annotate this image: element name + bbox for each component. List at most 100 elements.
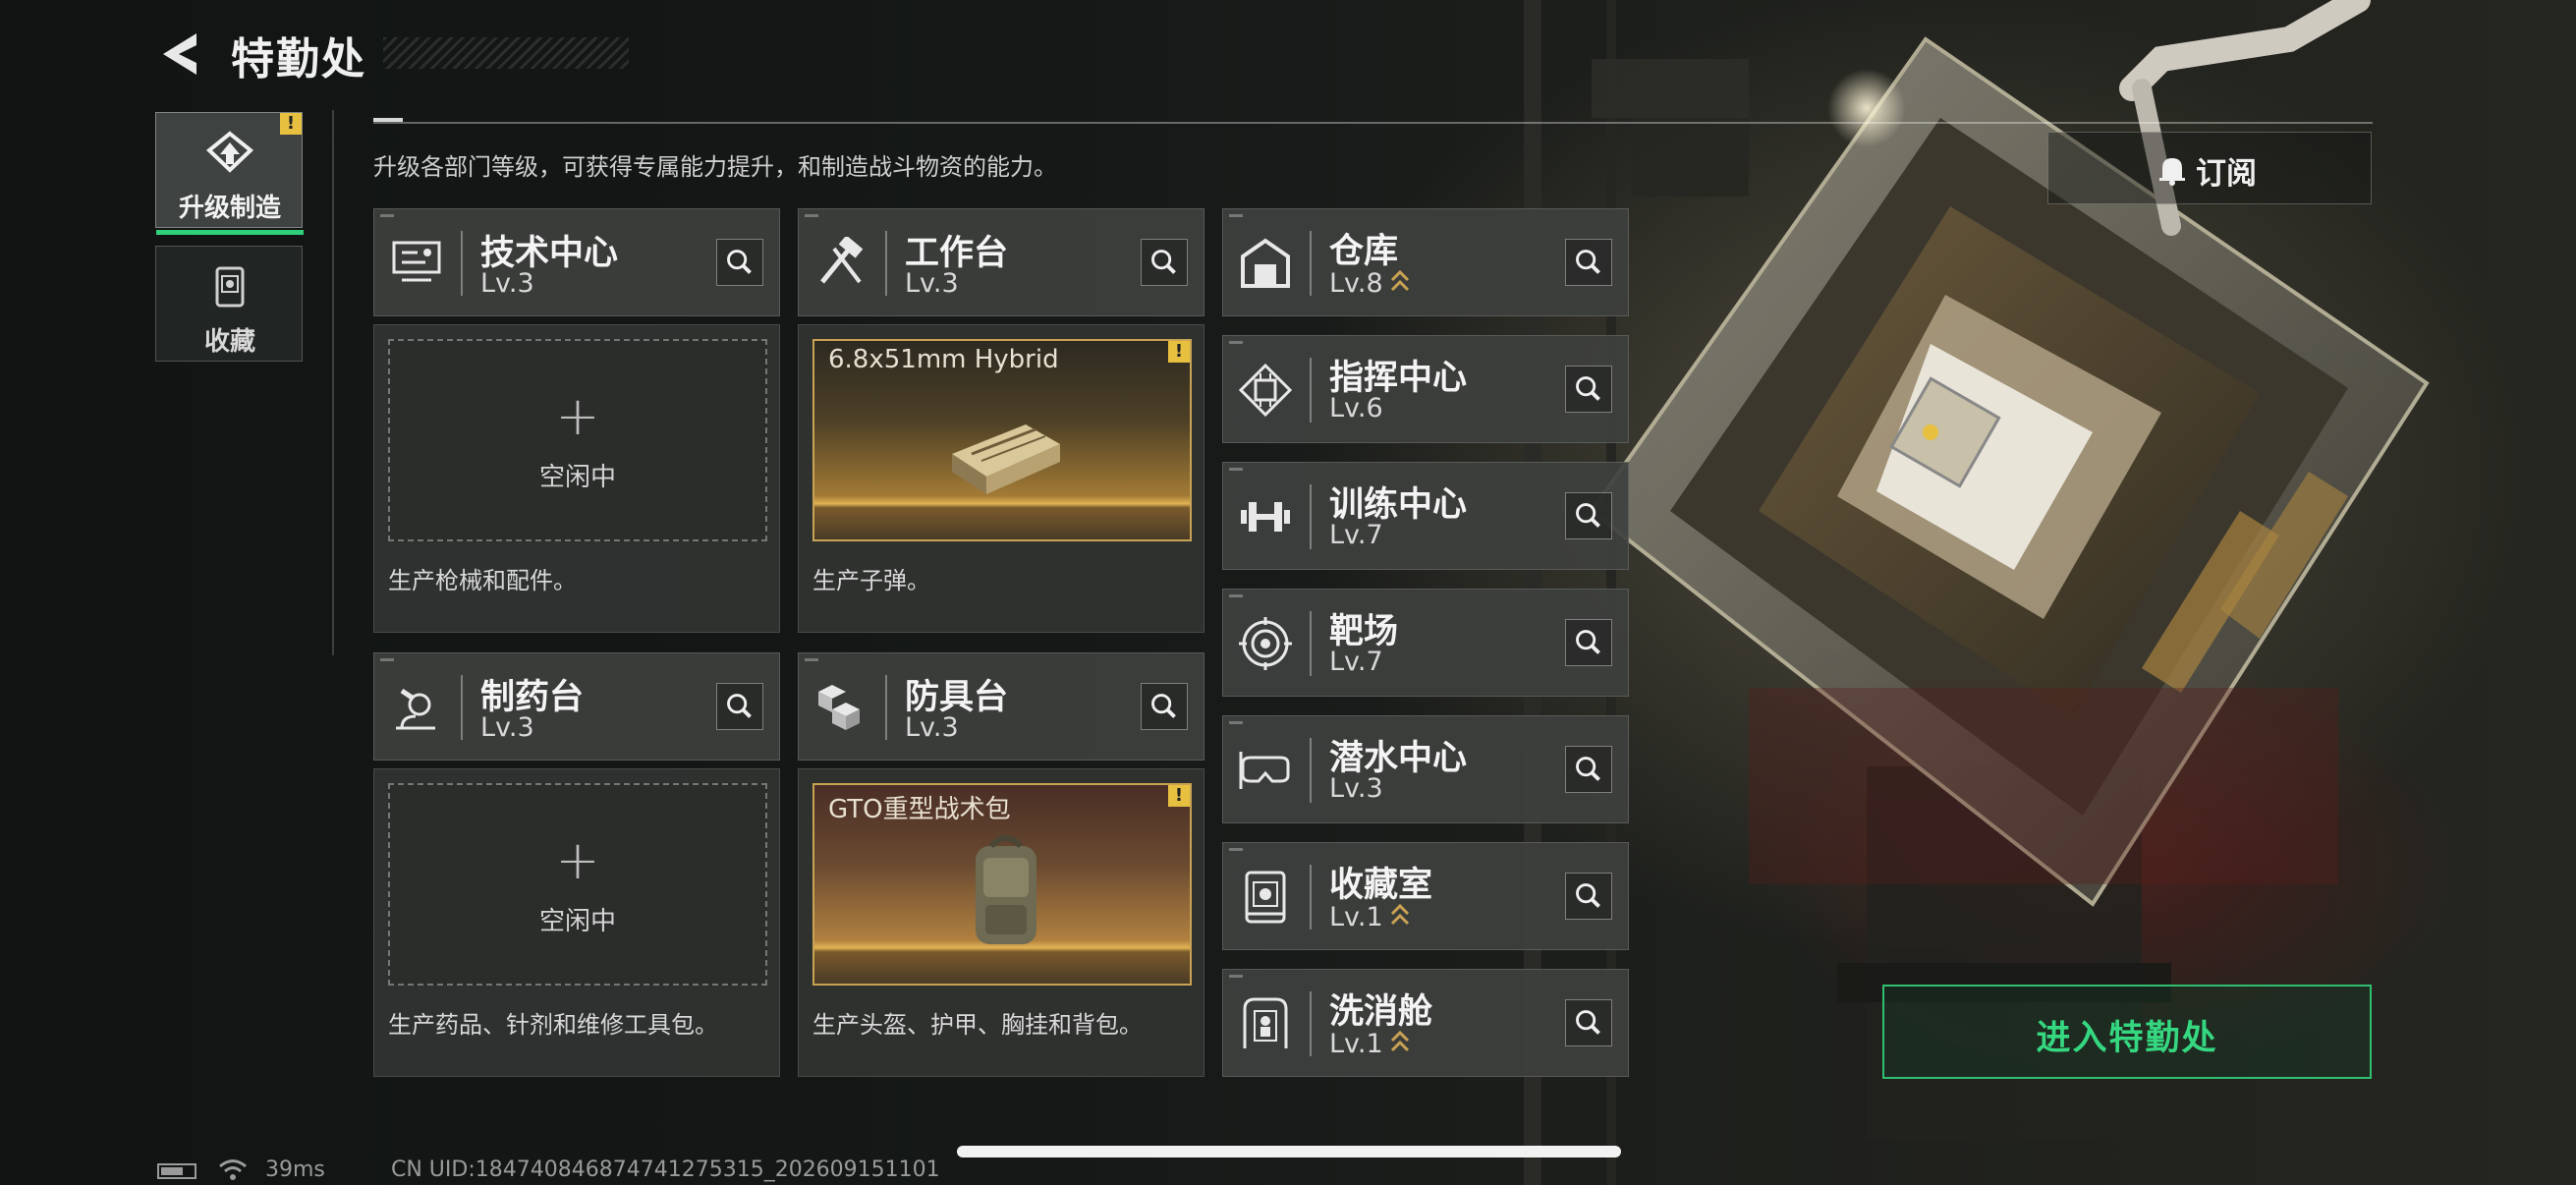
diving-center-icon: [1239, 752, 1290, 789]
dept-level: Lv.8: [1329, 268, 1383, 299]
tab-collection[interactable]: 收藏: [155, 246, 303, 362]
dept-level: Lv.1: [1329, 1029, 1383, 1059]
dept-level: Lv.6: [1329, 393, 1383, 423]
workbench-icon: [820, 237, 864, 284]
card-separator: [1310, 358, 1312, 423]
collection-icon: [215, 266, 245, 308]
dept-level: Lv.3: [905, 268, 959, 299]
dept-level: Lv.7: [1329, 647, 1383, 677]
add-icon: +: [555, 829, 600, 891]
card-separator: [885, 231, 887, 296]
dept-level: Lv.3: [480, 268, 534, 299]
page-subtitle: 升级各部门等级，可获得专属能力提升，和制造战斗物资的能力。: [373, 153, 1057, 181]
alert-badge: !: [280, 113, 302, 135]
ping-readout: 39ms: [265, 1157, 325, 1182]
production-slot-item[interactable]: 6.8x51mm Hybrid !: [812, 339, 1192, 541]
search-icon[interactable]: [1565, 492, 1612, 539]
decon-chamber-card[interactable]: 洗消舱 Lv.1: [1222, 969, 1629, 1077]
alert-badge: !: [1168, 341, 1190, 363]
add-icon: +: [555, 385, 600, 447]
corner-mark: [1229, 468, 1243, 471]
card-separator: [461, 675, 463, 740]
bell-icon: [2159, 158, 2185, 186]
corner-mark: [1229, 721, 1243, 724]
dept-description: 生产头盔、护甲、胸挂和背包。: [812, 1011, 1143, 1039]
search-icon[interactable]: [1565, 746, 1612, 793]
card-separator: [1310, 738, 1312, 803]
tech-center-icon: [392, 241, 441, 282]
warehouse-card[interactable]: 仓库 Lv.8: [1222, 208, 1629, 316]
corner-mark: [805, 214, 818, 217]
corner-mark: [1229, 975, 1243, 978]
search-icon[interactable]: [1565, 619, 1612, 666]
corner-mark: [1229, 214, 1243, 217]
corner-mark: [1229, 341, 1243, 344]
tab-upgrade-craft[interactable]: 升级制造 !: [155, 112, 304, 235]
dept-level: Lv.7: [1329, 520, 1383, 550]
search-icon[interactable]: [1565, 999, 1612, 1046]
card-separator: [1310, 484, 1312, 549]
dept-description: 生产药品、针剂和维修工具包。: [388, 1011, 718, 1039]
enter-special-ops-label: 进入特勤处: [2036, 1019, 2218, 1058]
card-separator: [1310, 865, 1312, 930]
card-separator: [1310, 611, 1312, 676]
collection-room-card[interactable]: 收藏室 Lv.1: [1222, 842, 1629, 950]
upgrade-chevron-icon: [1390, 903, 1409, 926]
tech-center-card[interactable]: 技术中心 Lv.3: [373, 208, 780, 316]
page-title: 特勤处: [231, 34, 366, 85]
warehouse-icon: [1241, 238, 1290, 288]
training-center-card[interactable]: 训练中心 Lv.7: [1222, 462, 1629, 570]
pharmacy-slot-card[interactable]: + 空闲中 生产药品、针剂和维修工具包。: [373, 768, 780, 1077]
dept-level: Lv.3: [905, 712, 959, 743]
pharmacy-icon: [396, 688, 435, 730]
workbench-card[interactable]: 工作台 Lv.3: [798, 208, 1204, 316]
shooting-range-icon: [1239, 617, 1292, 670]
empty-production-slot[interactable]: + 空闲中: [388, 339, 767, 541]
title-decoration: [383, 37, 629, 69]
backpack-icon: [976, 835, 1036, 944]
search-icon[interactable]: [716, 683, 763, 730]
item-name: GTO重型战术包: [828, 795, 1011, 824]
armor-bench-slot-card[interactable]: GTO重型战术包 ! 生产头盔、护甲、胸挂和背包。: [798, 768, 1204, 1077]
dept-level-row: Lv.1: [1329, 900, 1411, 932]
user-uid: CN UID:1847408468747412753​15_2026091511…: [391, 1157, 940, 1182]
slot-status: 空闲中: [538, 907, 616, 936]
enter-special-ops-button[interactable]: 进入特勤处: [1882, 985, 2372, 1079]
dept-level: Lv.3: [480, 712, 534, 743]
search-icon[interactable]: [1565, 366, 1612, 413]
home-indicator[interactable]: [957, 1146, 1621, 1157]
search-icon[interactable]: [1565, 239, 1612, 286]
command-center-icon: [1238, 363, 1293, 418]
card-separator: [885, 675, 887, 740]
search-icon[interactable]: [1141, 683, 1188, 730]
workbench-slot-card[interactable]: 6.8x51mm Hybrid ! 生产子弹。: [798, 324, 1204, 633]
upgrade-chevron-icon: [1390, 269, 1409, 292]
pharmacy-card[interactable]: 制药台 Lv.3: [373, 652, 780, 761]
wifi-icon: [219, 1159, 247, 1180]
dept-description: 生产枪械和配件。: [388, 567, 577, 594]
armor-bench-card[interactable]: 防具台 Lv.3: [798, 652, 1204, 761]
dept-level: Lv.1: [1329, 902, 1383, 932]
header-divider: [373, 122, 2373, 124]
search-icon[interactable]: [1141, 239, 1188, 286]
nav-divider: [332, 110, 334, 655]
subscribe-label: 订阅: [2196, 156, 2257, 192]
back-button[interactable]: [157, 29, 206, 79]
production-slot-item[interactable]: GTO重型战术包 !: [812, 783, 1192, 986]
dept-level-row: Lv.1: [1329, 1027, 1411, 1059]
slot-status: 空闲中: [538, 463, 616, 492]
upgrade-chevron-icon: [1390, 1030, 1409, 1052]
dept-level-row: Lv.8: [1329, 266, 1411, 299]
collection-room-icon: [1245, 871, 1286, 924]
card-separator: [1310, 991, 1312, 1056]
diving-center-card[interactable]: 潜水中心 Lv.3: [1222, 715, 1629, 823]
search-icon[interactable]: [1565, 873, 1612, 920]
corner-mark: [380, 214, 394, 217]
tech-center-slot-card[interactable]: + 空闲中 生产枪械和配件。: [373, 324, 780, 633]
corner-mark: [1229, 594, 1243, 597]
subscribe-button[interactable]: 订阅: [2047, 132, 2372, 204]
shooting-range-card[interactable]: 靶场 Lv.7: [1222, 589, 1629, 697]
command-center-card[interactable]: 指挥中心 Lv.6: [1222, 335, 1629, 443]
search-icon[interactable]: [716, 239, 763, 286]
empty-production-slot[interactable]: + 空闲中: [388, 783, 767, 986]
